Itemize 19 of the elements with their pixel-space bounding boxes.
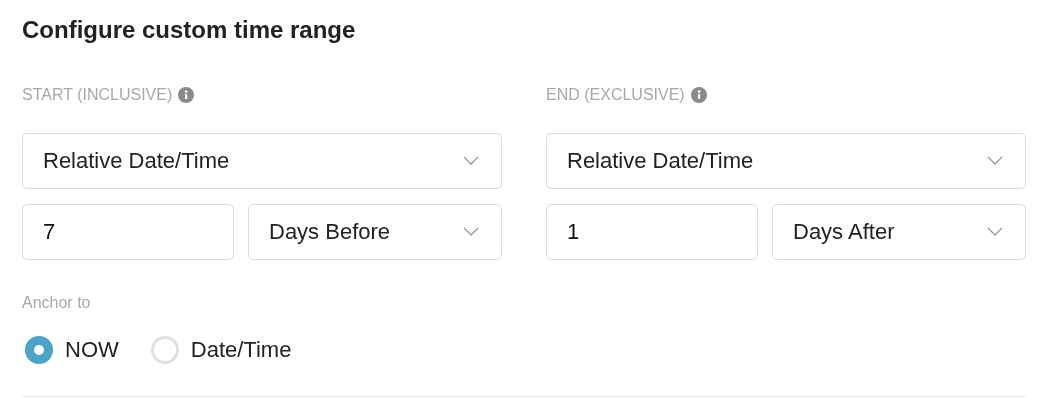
radio-button[interactable] [25,336,53,364]
radio-label: NOW [65,337,119,363]
number-input[interactable]: 7 [22,204,234,260]
chevron-down-icon [463,227,479,237]
chevron-down-icon [987,227,1003,237]
info-icon [690,87,707,103]
dropdown[interactable]: Relative Date/Time [546,133,1026,189]
chevron-down-icon [987,156,1003,166]
dropdown[interactable]: Relative Date/Time [22,133,502,189]
dropdown[interactable]: Days Before [248,204,502,260]
info-icon [178,87,195,103]
dropdown[interactable]: Days After [772,204,1026,260]
field-label: END (EXCLUSIVE) [546,86,685,104]
number-input[interactable]: 1 [546,204,758,260]
field-label: Anchor to [22,294,91,311]
dialog-title: Configure custom time range [22,15,357,45]
radio-label: Date/Time [190,337,292,363]
field-label: START (INCLUSIVE) [22,86,173,104]
chevron-down-icon [463,156,479,166]
